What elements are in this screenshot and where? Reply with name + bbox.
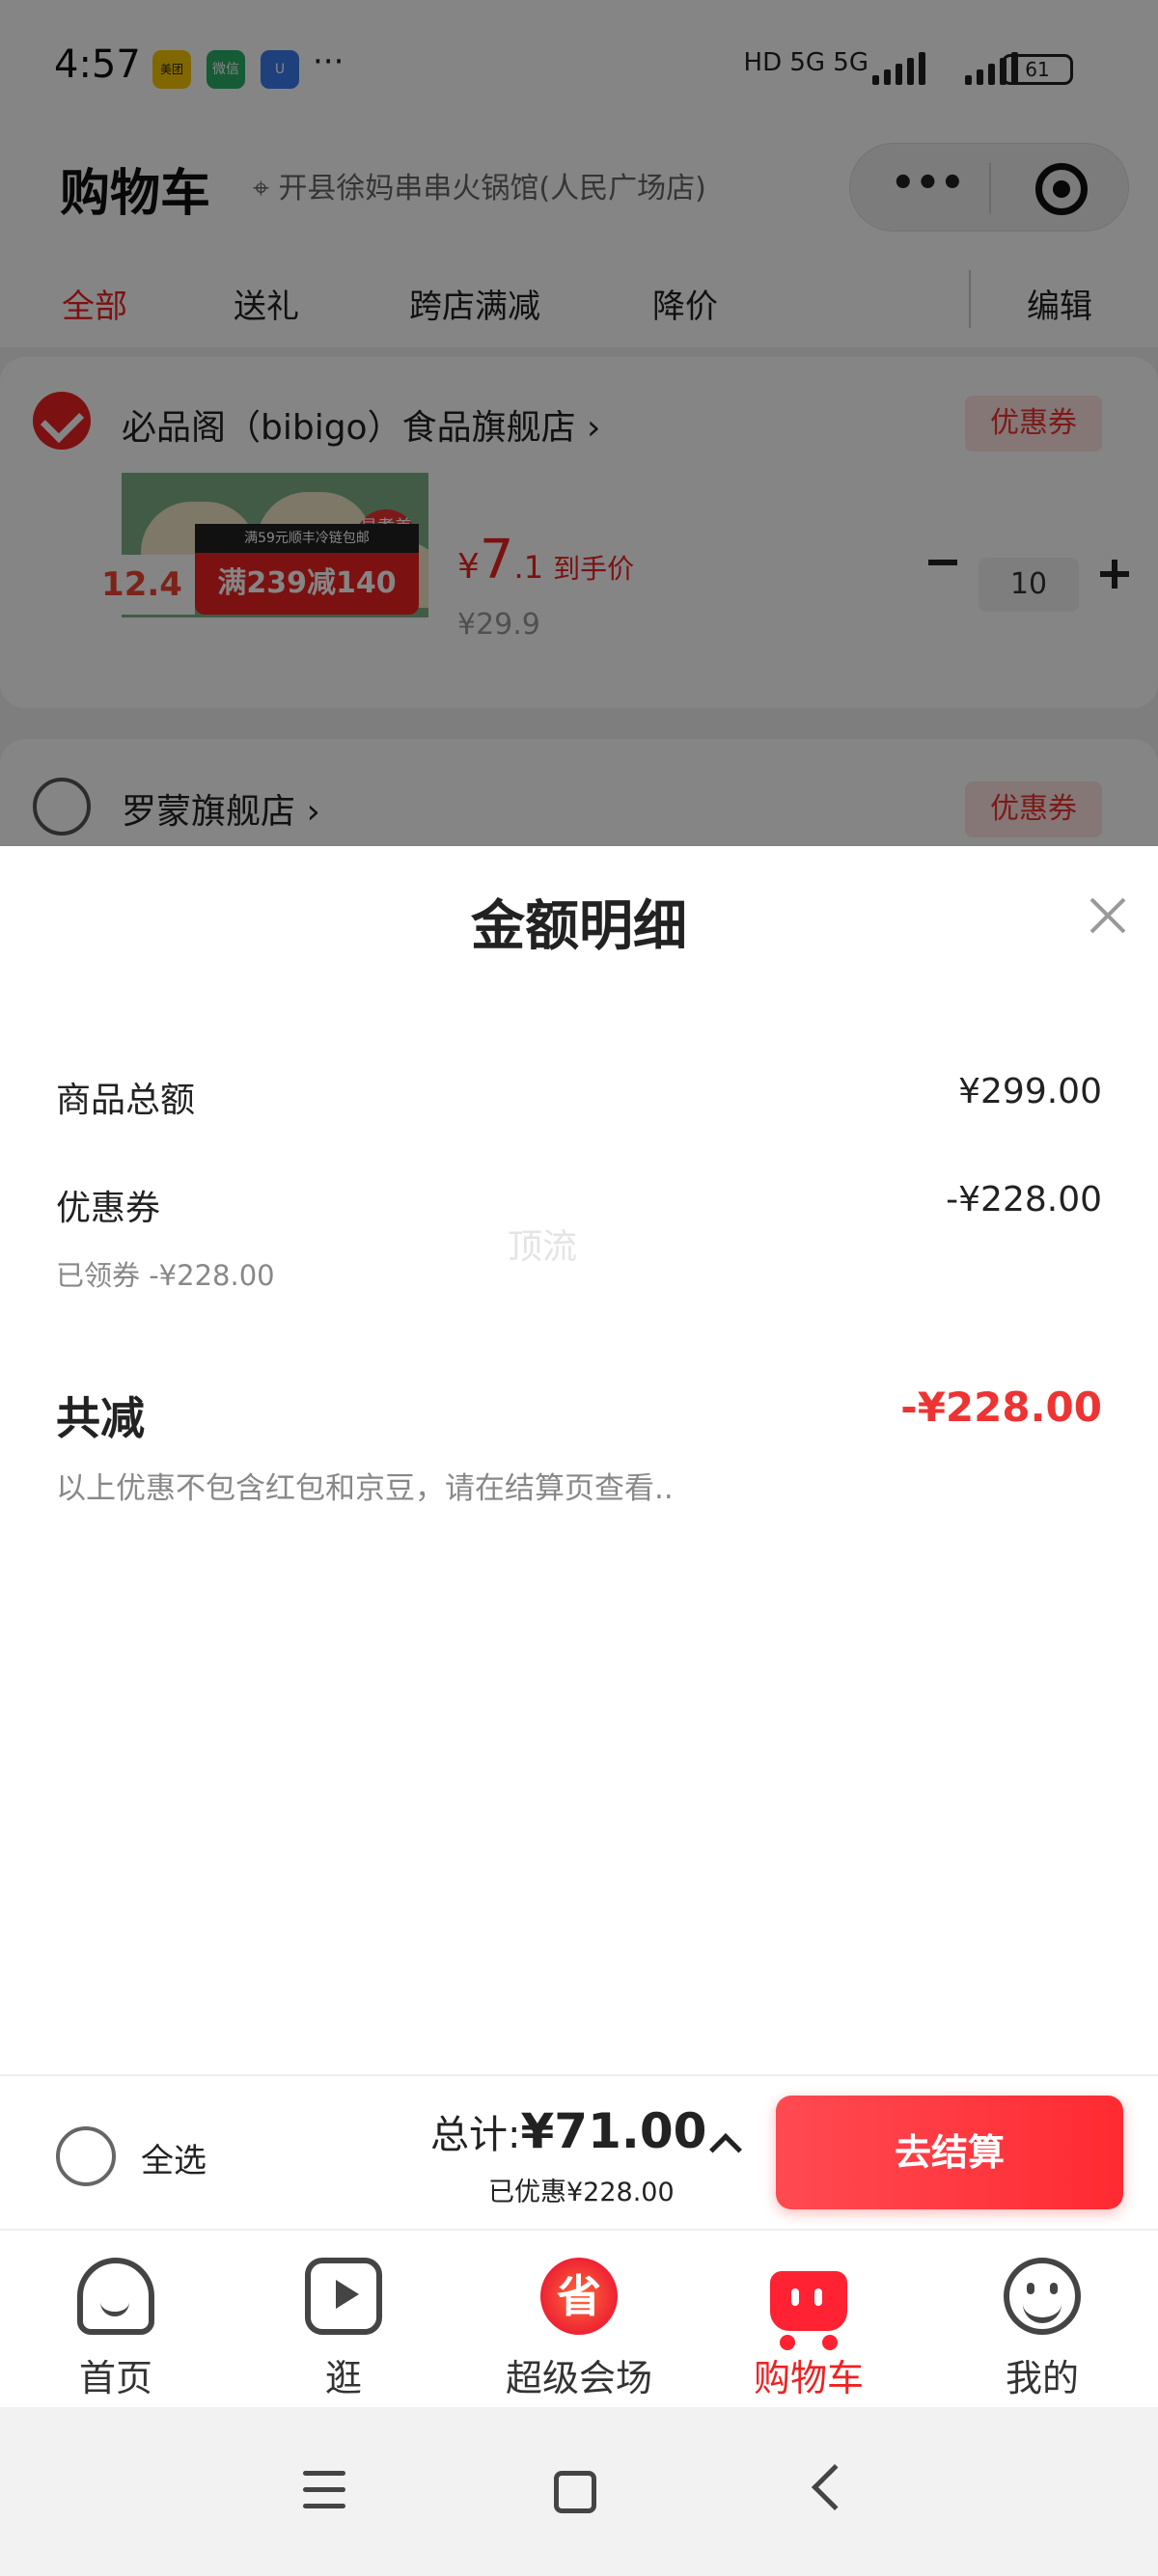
nav-browse-label: 逛	[324, 2357, 362, 2399]
select-all-checkbox[interactable]	[56, 2126, 116, 2186]
nav-super-venue-label: 超级会场	[505, 2357, 652, 2399]
modal-overlay[interactable]	[0, 0, 1158, 846]
total-line: 总计:¥71.00	[430, 2103, 706, 2159]
coupon-claimed: 已领券 -¥228.00	[56, 1259, 275, 1292]
total-reduce-label: 共减	[56, 1392, 145, 1444]
goods-total-label: 商品总额	[56, 1081, 196, 1120]
total-prefix: 总计:	[430, 2113, 521, 2157]
back-icon[interactable]	[811, 2463, 859, 2511]
close-icon[interactable]	[1089, 896, 1127, 935]
coupon-label: 优惠券	[56, 1189, 161, 1228]
home-icon	[77, 2258, 154, 2335]
play-icon	[305, 2258, 382, 2335]
nav-home[interactable]: 首页	[19, 2248, 212, 2402]
total-amount: ¥71.00	[520, 2103, 707, 2159]
nav-cart-label: 购物车	[753, 2357, 864, 2399]
nav-me-label: 我的	[1005, 2357, 1079, 2399]
sheet-title: 金额明细	[471, 895, 687, 958]
discount-note: 以上优惠不包含红包和京豆，请在结算页查看..	[56, 1471, 674, 1506]
nav-super-venue[interactable]: 省 超级会场	[482, 2248, 676, 2402]
nav-me[interactable]: 我的	[946, 2248, 1139, 2402]
menu-icon[interactable]	[303, 2471, 345, 2509]
nav-home-label: 首页	[78, 2357, 152, 2399]
bottom-nav: 首页 逛 省 超级会场 购物车 我的	[0, 2229, 1158, 2407]
goods-total-value: ¥299.00	[958, 1072, 1102, 1111]
saved-amount: 已优惠¥228.00	[488, 2178, 675, 2207]
sheng-icon: 省	[540, 2258, 618, 2335]
chevron-up-icon[interactable]	[709, 2133, 742, 2166]
shopping-cart-screen: 4:57 美团 微信 U ··· HD 5G 5G 61 购物车 ⌖ 开县徐妈串…	[0, 0, 1158, 2576]
system-nav-bar	[0, 2407, 1158, 2576]
nav-browse[interactable]: 逛	[247, 2248, 440, 2402]
watermark: 顶流	[508, 1227, 578, 1267]
amount-detail-sheet: 金额明细 商品总额 ¥299.00 优惠券 -¥228.00 已领券 -¥228…	[0, 846, 1158, 2074]
coupon-value: -¥228.00	[946, 1180, 1102, 1219]
checkout-button[interactable]: 去结算	[776, 2096, 1123, 2209]
checkout-bar: 全选 总计:¥71.00 已优惠¥228.00 去结算	[0, 2074, 1158, 2229]
cart-icon	[770, 2271, 847, 2350]
total-reduce-value: -¥228.00	[900, 1384, 1102, 1431]
home-square-icon[interactable]	[554, 2471, 596, 2513]
smile-icon	[1004, 2258, 1081, 2335]
nav-cart[interactable]: 购物车	[712, 2248, 905, 2402]
select-all-label[interactable]: 全选	[141, 2134, 207, 2181]
